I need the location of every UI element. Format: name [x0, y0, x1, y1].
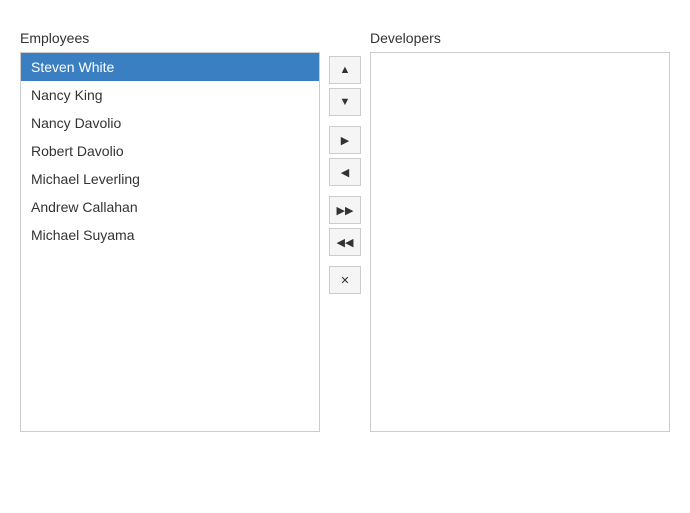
employees-list-item[interactable]: Nancy King	[21, 81, 319, 109]
developers-list[interactable]	[370, 52, 670, 432]
developers-label: Developers	[370, 30, 670, 46]
employees-list-item[interactable]: Andrew Callahan	[21, 193, 319, 221]
employees-list-item[interactable]: Michael Suyama	[21, 221, 319, 249]
move-right-button[interactable]: ▶	[329, 126, 361, 154]
employees-list-item[interactable]: Robert Davolio	[21, 137, 319, 165]
move-left-button[interactable]: ◀	[329, 158, 361, 186]
employees-label: Employees	[20, 30, 320, 46]
developers-panel: Developers	[370, 30, 670, 432]
remove-button[interactable]: ✕	[329, 266, 361, 294]
move-all-left-button[interactable]: ◀◀	[329, 228, 361, 256]
employees-panel: Employees Steven WhiteNancy KingNancy Da…	[20, 30, 320, 432]
move-up-button[interactable]: ▲	[329, 56, 361, 84]
employees-list-item[interactable]: Nancy Davolio	[21, 109, 319, 137]
employees-list[interactable]: Steven WhiteNancy KingNancy DavolioRober…	[20, 52, 320, 432]
main-container: Employees Steven WhiteNancy KingNancy Da…	[20, 30, 670, 432]
employees-list-item[interactable]: Michael Leverling	[21, 165, 319, 193]
controls-panel: ▲ ▼ ▶ ◀ ▶▶ ◀◀ ✕	[320, 30, 370, 294]
move-all-right-button[interactable]: ▶▶	[329, 196, 361, 224]
employees-list-item[interactable]: Steven White	[21, 53, 319, 81]
move-down-button[interactable]: ▼	[329, 88, 361, 116]
